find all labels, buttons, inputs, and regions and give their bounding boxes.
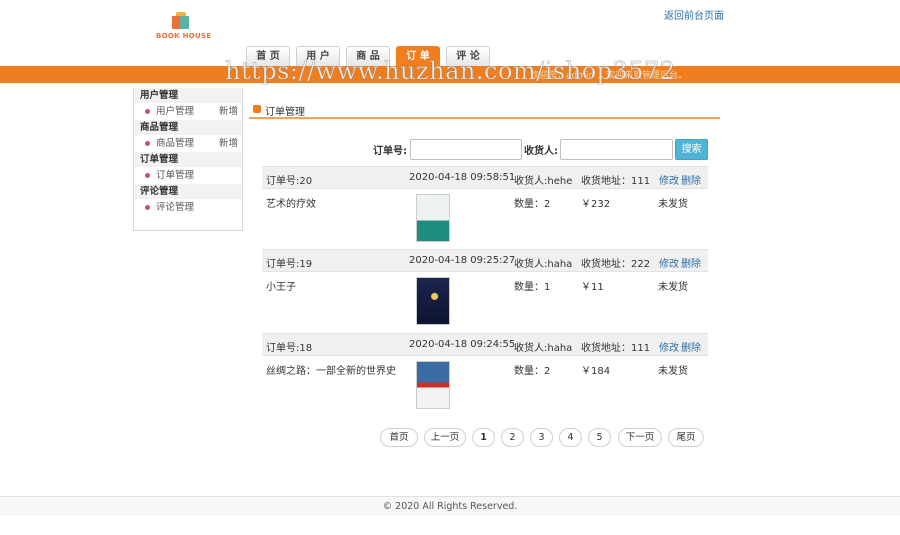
sidebar-section-orders: 订单管理 [134,152,242,167]
book-cover-image[interactable] [416,277,450,325]
order-receiver: 收货人:haha [514,259,573,270]
sidebar-item-label: 评论管理 [156,202,195,213]
sidebar-section-comments: 评论管理 [134,184,242,199]
sidebar-item-order-management[interactable]: 订单管理 [134,167,242,184]
page-3-button[interactable]: 3 [530,428,553,447]
book-title: 小王子 [266,282,296,293]
order-receiver: 收货人:hehe [514,176,573,187]
order-address: 收货地址：222 [581,259,651,270]
tab-home[interactable]: 首 页 [246,46,290,66]
bullet-icon [145,205,150,210]
welcome-text: 欢迎您，admin ，欢迎来到管理后台。 [530,71,688,81]
first-page-button[interactable]: 首页 [380,428,418,447]
bullet-icon [145,109,150,114]
prev-page-button[interactable]: 上一页 [424,428,466,447]
order-time: 2020-04-18 09:58:51 [409,172,516,183]
title-icon [253,105,261,113]
order-header: 订单号:20 2020-04-18 09:58:51 收货人:hehe 收货地址… [262,166,708,189]
next-page-button[interactable]: 下一页 [618,428,662,447]
main-nav-tabs: 首 页 用 户 商 品 订 单 评 论 [246,46,490,66]
order-card: 订单号:20 2020-04-18 09:58:51 收货人:hehe 收货地址… [262,166,708,249]
order-item: 小王子 数量：1 ￥11 未发货 [262,272,708,332]
book-cover-image[interactable] [416,361,450,409]
sidebar-item-user-management[interactable]: 用户管理 新增 [134,103,242,120]
page-2-button[interactable]: 2 [501,428,524,447]
book-title: 丝绸之路：一部全新的世界史 [266,366,396,377]
footer: © 2020 All Rights Reserved. [0,496,900,516]
bullet-icon [145,141,150,146]
order-number-label: 订单号: [373,146,407,157]
receiver-input[interactable] [560,139,673,160]
edit-order-link[interactable]: 修改 [659,339,679,354]
order-time: 2020-04-18 09:25:27 [409,255,516,266]
page-4-button[interactable]: 4 [559,428,582,447]
tab-comments[interactable]: 评 论 [446,46,490,66]
back-to-frontend-link[interactable]: 返回前台页面 [664,7,724,22]
sidebar-item-label: 订单管理 [156,170,195,181]
sidebar: 用户管理 用户管理 新增 商品管理 商品管理 新增 订单管理 订单管理 评论管理… [133,88,243,231]
shipping-status: 未发货 [658,366,688,377]
sidebar-section-products: 商品管理 [134,120,242,135]
order-time: 2020-04-18 09:24:55 [409,339,516,350]
item-price: ￥11 [581,282,604,293]
book-title: 艺术的疗效 [266,199,316,210]
delete-order-link[interactable]: 删除 [681,339,701,354]
add-product-link[interactable]: 新增 [219,135,238,152]
order-header: 订单号:18 2020-04-18 09:24:55 收货人:haha 收货地址… [262,333,708,356]
sidebar-item-product-management[interactable]: 商品管理 新增 [134,135,242,152]
sidebar-item-comment-management[interactable]: 评论管理 [134,199,242,216]
page-5-button[interactable]: 5 [588,428,611,447]
page-title-bar: 订单管理 [249,100,720,119]
tab-products[interactable]: 商 品 [346,46,390,66]
order-address: 收货地址：111 [581,176,651,187]
item-quantity: 数量：2 [514,199,551,210]
book-house-logo-icon [172,12,190,30]
order-number: 订单号:19 [266,259,313,270]
shipping-status: 未发货 [658,199,688,210]
logo-text: BOOK HOUSE [156,32,212,40]
shipping-status: 未发货 [658,282,688,293]
order-number: 订单号:18 [266,343,313,354]
bullet-icon [145,173,150,178]
order-item: 艺术的疗效 数量：2 ￥232 未发货 [262,189,708,249]
item-quantity: 数量：1 [514,282,551,293]
receiver-label: 收货人: [524,146,558,157]
edit-order-link[interactable]: 修改 [659,255,679,270]
orange-nav-bar: 欢迎您，admin ，欢迎来到管理后台。 [0,66,900,83]
logo[interactable]: BOOK HOUSE [156,12,212,40]
sidebar-item-label: 用户管理 [156,106,195,117]
order-number-input[interactable] [410,139,522,160]
item-quantity: 数量：2 [514,366,551,377]
copyright-text: © 2020 All Rights Reserved. [382,501,518,512]
delete-order-link[interactable]: 删除 [681,172,701,187]
order-number: 订单号:20 [266,176,313,187]
order-address: 收货地址：111 [581,343,651,354]
sidebar-section-users: 用户管理 [134,88,242,103]
page-title: 订单管理 [265,107,305,118]
delete-order-link[interactable]: 删除 [681,255,701,270]
edit-order-link[interactable]: 修改 [659,172,679,187]
page-1-button[interactable]: 1 [472,428,495,447]
order-header: 订单号:19 2020-04-18 09:25:27 收货人:haha 收货地址… [262,249,708,272]
add-user-link[interactable]: 新增 [219,103,238,120]
order-item: 丝绸之路：一部全新的世界史 数量：2 ￥184 未发货 [262,356,708,416]
sidebar-item-label: 商品管理 [156,138,195,149]
item-price: ￥184 [581,366,611,377]
order-card: 订单号:18 2020-04-18 09:24:55 收货人:haha 收货地址… [262,333,708,416]
last-page-button[interactable]: 尾页 [668,428,704,447]
item-price: ￥232 [581,199,611,210]
tab-orders[interactable]: 订 单 [396,46,440,66]
order-card: 订单号:19 2020-04-18 09:25:27 收货人:haha 收货地址… [262,249,708,332]
search-button[interactable]: 搜索 [675,139,708,160]
book-cover-image[interactable] [416,194,450,242]
order-receiver: 收货人:haha [514,343,573,354]
tab-users[interactable]: 用 户 [296,46,340,66]
